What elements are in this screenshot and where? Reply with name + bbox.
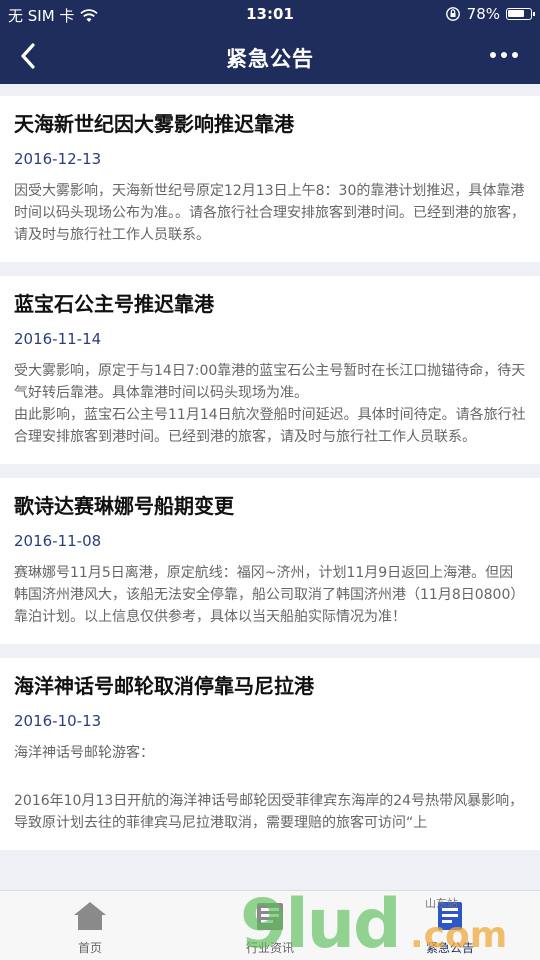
notice-body: 赛琳娜号11月5日离港，原定航线：福冈~济州，计划11月9日返回上海港。但因韩国… (14, 565, 525, 625)
notice-body: 受大雾影响，原定于与14日7:00靠港的蓝宝石公主号暂时在长江口抛锚待命，待天气… (14, 363, 526, 401)
page-title: 紧急公告 (226, 47, 314, 71)
notice-date: 2016-12-13 (14, 150, 102, 168)
watermark-tag: 山东站 (425, 897, 458, 910)
notice-card[interactable]: 歌诗达赛琳娜号船期变更 2016-11-08 赛琳娜号11月5日离港，原定航线：… (0, 478, 540, 644)
status-right: 78% (445, 5, 535, 23)
notice-title[interactable]: 蓝宝石公主号推迟靠港 (14, 290, 526, 318)
tab-label: 首页 (77, 941, 102, 955)
more-icon[interactable] (490, 52, 518, 58)
home-icon (74, 902, 106, 930)
notice-date: 2016-10-13 (14, 712, 102, 730)
tab-home[interactable]: 首页 (30, 899, 150, 956)
tab-label: 行业资讯 (245, 941, 294, 955)
notice-body: 由此影响，蓝宝石公主号11月14日航次登船时间延迟。具体时间待定。请各旅行社合理… (14, 407, 526, 445)
notice-card[interactable]: 蓝宝石公主号推迟靠港 2016-11-14 受大雾影响，原定于与14日7:00靠… (0, 276, 540, 464)
battery-percent: 78% (466, 5, 500, 23)
notice-card[interactable]: 天海新世纪因大雾影响推迟靠港 2016-12-13 因受大雾影响，天海新世纪号原… (0, 96, 540, 262)
news-icon (257, 903, 283, 930)
rotation-lock-icon (445, 7, 460, 21)
notice-date: 2016-11-08 (14, 532, 102, 550)
notice-title[interactable]: 歌诗达赛琳娜号船期变更 (14, 492, 526, 520)
notice-body: 海洋神话号邮轮游客： (14, 745, 154, 761)
notice-title[interactable]: 天海新世纪因大雾影响推迟靠港 (14, 110, 526, 138)
watermark-suffix: .com (410, 915, 508, 956)
notice-card[interactable]: 海洋神话号邮轮取消停靠马尼拉港 2016-10-13 海洋神话号邮轮游客： 20… (0, 658, 540, 850)
notice-body: 2016年10月13日开航的海洋神话号邮轮因受菲律宾东海岸的24号热带风暴影响，… (14, 793, 524, 831)
notice-list: 天海新世纪因大雾影响推迟靠港 2016-12-13 因受大雾影响，天海新世纪号原… (0, 84, 540, 850)
status-bar: 无 SIM 卡 13:01 78% (0, 0, 540, 28)
nav-bar: 紧急公告 (0, 28, 540, 84)
tab-news[interactable]: 行业资讯 (210, 899, 330, 956)
battery-icon (506, 8, 535, 20)
notice-title[interactable]: 海洋神话号邮轮取消停靠马尼拉港 (14, 672, 526, 700)
notice-body: 因受大雾影响，天海新世纪号原定12月13日上午8：30的靠港计划推迟，具体靠港时… (14, 183, 525, 243)
notice-date: 2016-11-14 (14, 330, 102, 348)
